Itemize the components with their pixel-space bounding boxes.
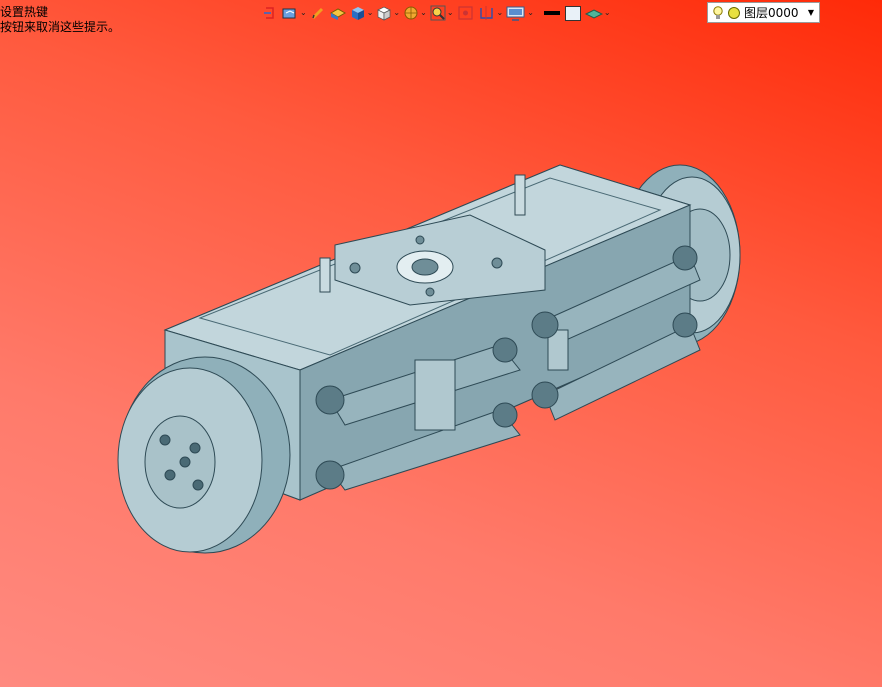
front-wheel: [117, 356, 291, 554]
bogie-model: [117, 164, 741, 554]
cad-viewport[interactable]: [0, 0, 882, 687]
